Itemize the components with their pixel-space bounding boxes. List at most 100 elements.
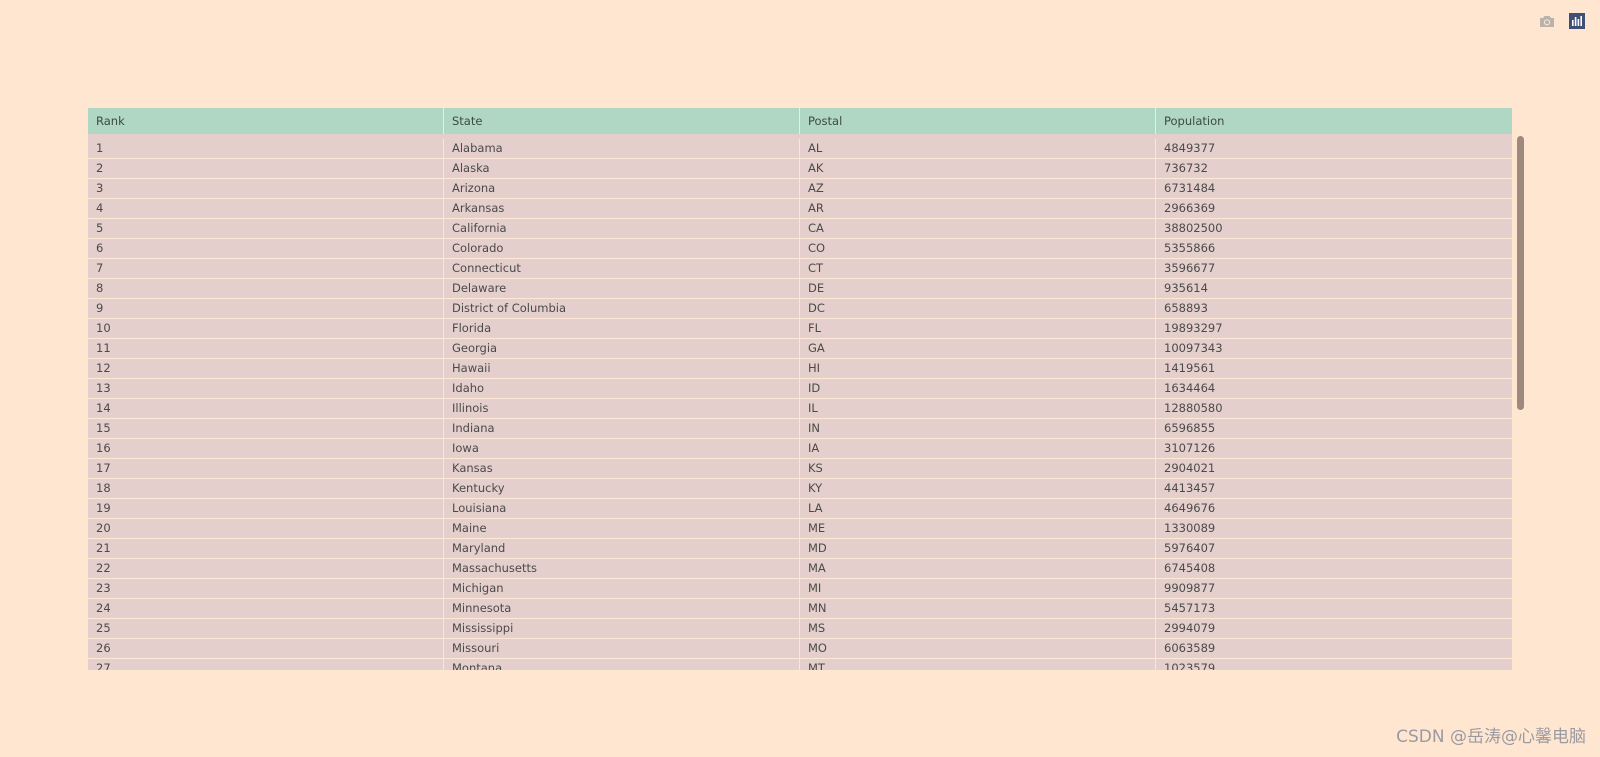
table-row: 23 Michigan MI 9909877 [88, 578, 1512, 598]
table-cell-rank: 25 [88, 619, 444, 638]
table-cell-state: Arizona [444, 179, 800, 198]
table-cell-rank: 3 [88, 179, 444, 198]
table-cell-population: 6596855 [1164, 421, 1216, 435]
table-cell-rank: 23 [88, 579, 444, 598]
table-cell-population: 1634464 [1164, 381, 1216, 395]
table-cell-state: Indiana [444, 419, 800, 438]
table-cell-rank: 21 [88, 539, 444, 558]
table-body[interactable]: 1 Alabama AL 4849377 2 Alaska AK 736732 3 Arizona… [88, 134, 1512, 670]
table-cell-rank: 12 [88, 359, 444, 378]
table-cell-rank: 1 [88, 139, 444, 158]
table-cell-state: Delaware [444, 279, 800, 298]
table-cell-rank: 5 [88, 219, 444, 238]
table-cell-rank: 7 [88, 259, 444, 278]
table-header: Rank State Postal Population [88, 108, 1512, 134]
table-cell-state: Alaska [444, 159, 800, 178]
table-cell-state: Idaho [444, 379, 800, 398]
table-row: 16 Iowa IA 3107126 [88, 438, 1512, 458]
table-cell-postal: MA [800, 559, 1156, 578]
table-cell-rank: 27 [88, 659, 444, 670]
table-row: 21 Maryland MD 5976407 [88, 538, 1512, 558]
table-cell-postal: IL [800, 399, 1156, 418]
table-cell-postal: MD [800, 539, 1156, 558]
table-row: 11 Georgia GA 10097343 [88, 338, 1512, 358]
table-cell-population: 19893297 [1164, 321, 1223, 335]
table-cell-postal: ME [800, 519, 1156, 538]
table-row: 18 Kentucky KY 4413457 [88, 478, 1512, 498]
column-header-state: State [444, 108, 800, 134]
table-cell-rank: 8 [88, 279, 444, 298]
table-row: 26 Missouri MO 6063589 [88, 638, 1512, 658]
table-row: 1 Alabama AL 4849377 [88, 139, 1512, 158]
table-cell-population: 6745408 [1164, 561, 1216, 575]
table-scrollbar-thumb[interactable] [1517, 136, 1524, 410]
table-row: 5 California CA 38802500 [88, 218, 1512, 238]
table-row: 2 Alaska AK 736732 [88, 158, 1512, 178]
table-row: 24 Minnesota MN 5457173 [88, 598, 1512, 618]
camera-icon[interactable] [1538, 12, 1556, 30]
table-row: 15 Indiana IN 6596855 [88, 418, 1512, 438]
table-cell-state: Maryland [444, 539, 800, 558]
table-row: 17 Kansas KS 2904021 [88, 458, 1512, 478]
table-row: 4 Arkansas AR 2966369 [88, 198, 1512, 218]
table-cell-postal: IN [800, 419, 1156, 438]
table-cell-rank: 19 [88, 499, 444, 518]
table-cell-rank: 13 [88, 379, 444, 398]
table-cell-population: 4849377 [1164, 141, 1216, 155]
table-cell-population: 12880580 [1164, 401, 1223, 415]
table-cell-postal: IA [800, 439, 1156, 458]
table-cell-state: Louisiana [444, 499, 800, 518]
table-row: 6 Colorado CO 5355866 [88, 238, 1512, 258]
table-rows: 1 Alabama AL 4849377 2 Alaska AK 736732 3 Arizona… [88, 139, 1512, 670]
table-cell-postal: HI [800, 359, 1156, 378]
table-row: 14 Illinois IL 12880580 [88, 398, 1512, 418]
table-cell-postal: DE [800, 279, 1156, 298]
table-cell-population: 5457173 [1164, 601, 1216, 615]
table-cell-postal: AR [800, 199, 1156, 218]
table-row: 27 Montana MT 1023579 [88, 658, 1512, 670]
table-cell-state: Maine [444, 519, 800, 538]
table-row: 9 District of Columbia DC 658893 [88, 298, 1512, 318]
table-cell-state: Michigan [444, 579, 800, 598]
table-row: 22 Massachusetts MA 6745408 [88, 558, 1512, 578]
table-cell-population: 2994079 [1164, 621, 1216, 635]
table-cell-postal: KY [800, 479, 1156, 498]
table-row: 20 Maine ME 1330089 [88, 518, 1512, 538]
table-cell-rank: 4 [88, 199, 444, 218]
table-cell-population: 935614 [1164, 281, 1208, 295]
table-cell-postal: AL [800, 139, 1156, 158]
table-cell-postal: MS [800, 619, 1156, 638]
bar-chart-icon[interactable] [1568, 12, 1586, 30]
table-cell-population: 1330089 [1164, 521, 1216, 535]
table-cell-state: Georgia [444, 339, 800, 358]
table-cell-population: 5976407 [1164, 541, 1216, 555]
table-cell-population: 736732 [1164, 161, 1208, 175]
table-cell-state: Massachusetts [444, 559, 800, 578]
column-header-rank: Rank [88, 108, 444, 134]
table-cell-postal: MT [800, 659, 1156, 670]
table-cell-state: Missouri [444, 639, 800, 658]
table-cell-state: Connecticut [444, 259, 800, 278]
column-header-population: Population [1164, 114, 1225, 128]
table-cell-population: 38802500 [1164, 221, 1223, 235]
table-cell-postal: KS [800, 459, 1156, 478]
table-cell-population: 1023579 [1164, 661, 1216, 670]
table-cell-population: 9909877 [1164, 581, 1216, 595]
table-cell-rank: 15 [88, 419, 444, 438]
table-cell-population: 1419561 [1164, 361, 1216, 375]
table-cell-postal: MI [800, 579, 1156, 598]
table-cell-rank: 2 [88, 159, 444, 178]
table-cell-rank: 6 [88, 239, 444, 258]
table-cell-postal: AK [800, 159, 1156, 178]
table-cell-postal: ID [800, 379, 1156, 398]
table-cell-state: Arkansas [444, 199, 800, 218]
watermark-text: CSDN @岳涛@心馨电脑 [1396, 727, 1586, 747]
table-cell-rank: 18 [88, 479, 444, 498]
table-cell-postal: CA [800, 219, 1156, 238]
table-cell-population: 10097343 [1164, 341, 1223, 355]
table-cell-rank: 14 [88, 399, 444, 418]
table-row: 19 Louisiana LA 4649676 [88, 498, 1512, 518]
table-row: 13 Idaho ID 1634464 [88, 378, 1512, 398]
table-cell-state: Alabama [444, 139, 800, 158]
table-cell-state: Montana [444, 659, 800, 670]
